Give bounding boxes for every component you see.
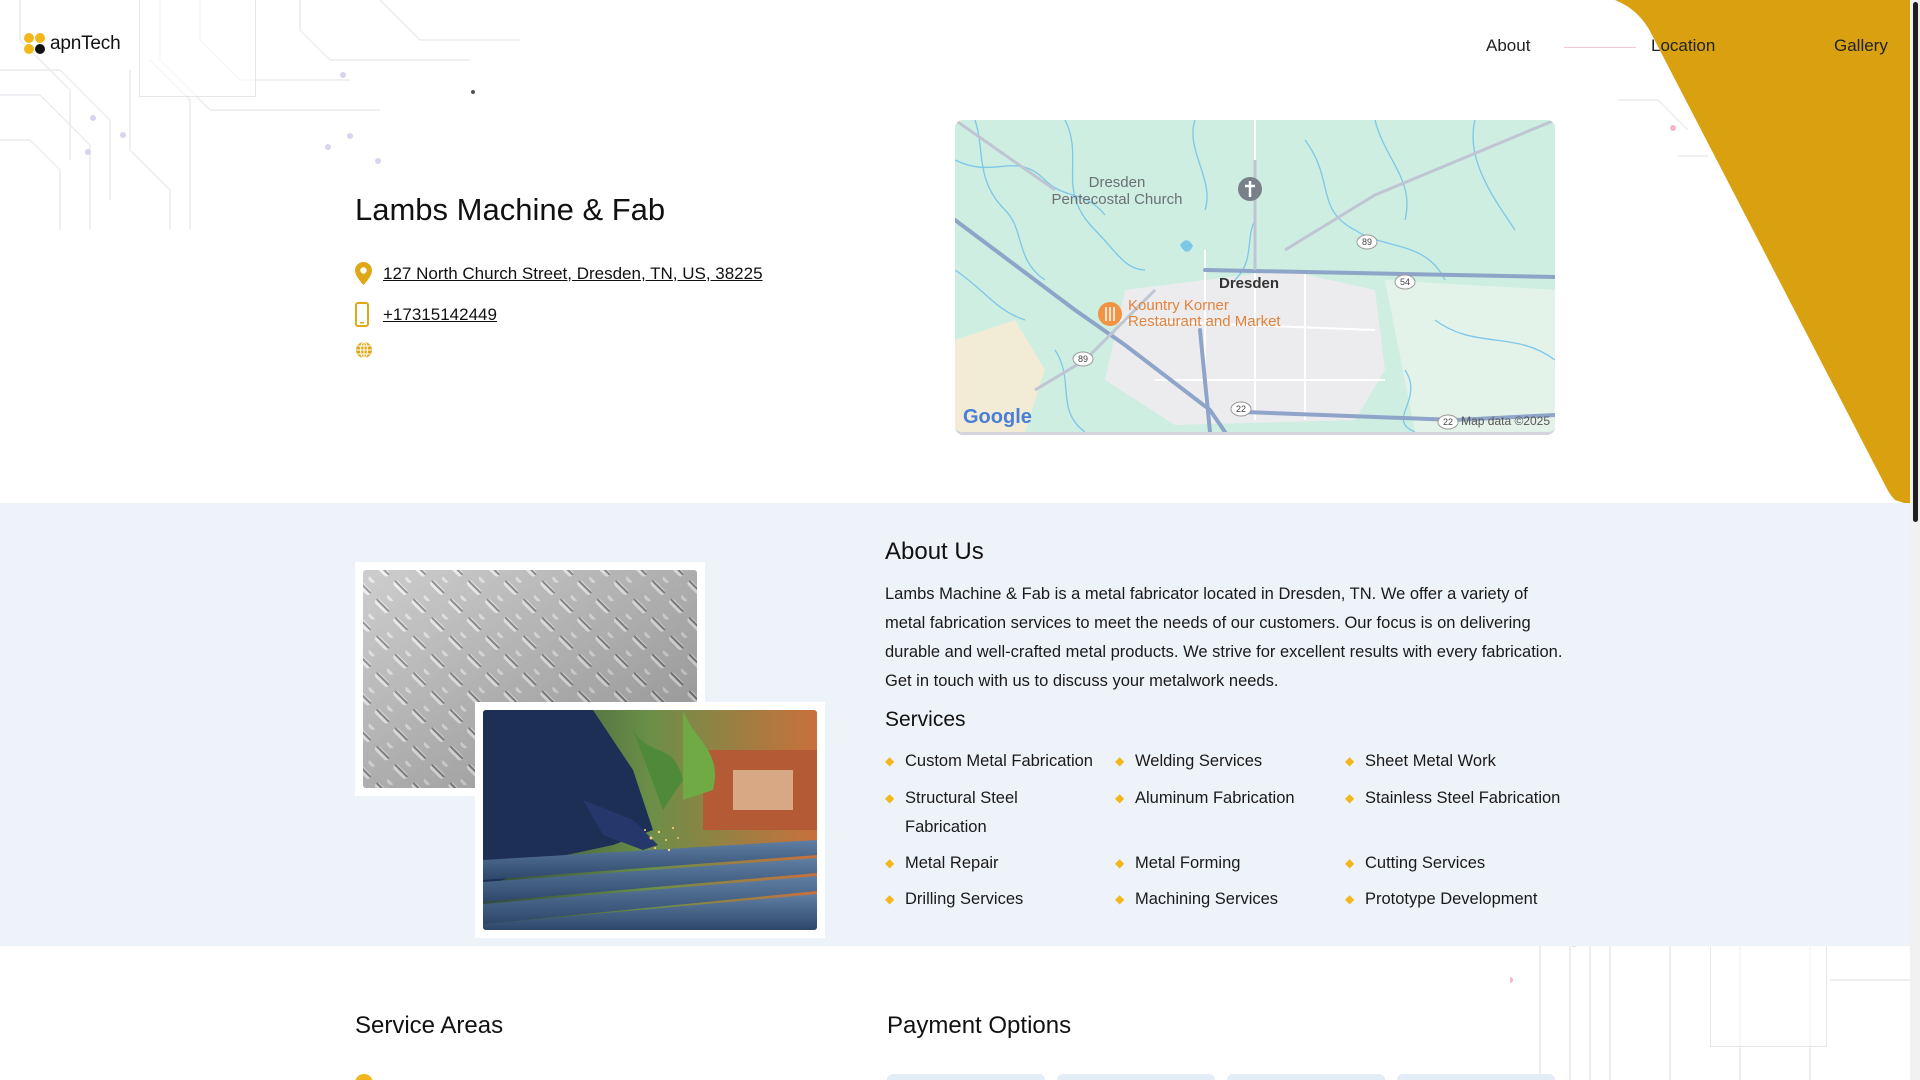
nav-link-location[interactable]: Location	[1651, 36, 1715, 56]
phone-row: +17315142449	[355, 302, 497, 327]
service-item: ◆ Machining Services	[1115, 885, 1335, 914]
diamond-bullet-icon: ◆	[1115, 856, 1125, 870]
diamond-bullet-icon: ◆	[1345, 754, 1355, 768]
svg-text:Dresden: Dresden	[1089, 174, 1146, 191]
website-row	[355, 341, 383, 359]
svg-text:89: 89	[1078, 354, 1088, 364]
nav-link-gallery[interactable]: Gallery	[1834, 36, 1888, 56]
brand-logo[interactable]: apnTech	[24, 32, 121, 56]
payment-option-card	[887, 1074, 1045, 1080]
yellow-accent-shape	[1615, 0, 1910, 505]
payment-option-card	[1227, 1074, 1385, 1080]
service-item: ◆ Sheet Metal Work	[1345, 747, 1575, 776]
payment-option-card	[1397, 1074, 1555, 1080]
service-item: ◆ Structural Steel Fabrication	[885, 784, 1045, 842]
phone-link[interactable]: +17315142449	[383, 305, 497, 325]
service-item: ◆ Metal Repair	[885, 849, 1105, 878]
svg-text:22: 22	[1236, 404, 1246, 414]
service-item: ◆ Metal Forming	[1115, 849, 1335, 878]
svg-text:Restaurant and Market: Restaurant and Market	[1128, 313, 1281, 330]
location-map[interactable]: 89 54 89 22 22 Dresden Pentecostal Churc…	[955, 120, 1555, 435]
address-row: 127 North Church Street, Dresden, TN, US…	[355, 262, 763, 285]
google-logo: Google	[963, 406, 1032, 428]
diamond-bullet-icon: ◆	[1345, 892, 1355, 906]
svg-text:89: 89	[1362, 237, 1372, 247]
diamond-bullet-icon: ◆	[1345, 791, 1355, 805]
diamond-bullet-icon: ◆	[1345, 856, 1355, 870]
diamond-bullet-icon: ◆	[885, 791, 895, 805]
scrollbar-thumb[interactable]	[1913, 2, 1918, 522]
service-areas-title: Service Areas	[355, 1012, 504, 1039]
svg-text:22: 22	[1443, 417, 1453, 427]
logo-mark-icon	[24, 32, 48, 56]
location-pin-icon	[355, 1074, 373, 1080]
diamond-bullet-icon: ◆	[1115, 892, 1125, 906]
map-attribution: Map data ©2025	[1461, 414, 1550, 428]
phone-icon	[355, 302, 375, 327]
service-item: ◆ Custom Metal Fabrication	[885, 747, 1105, 776]
logo-text: apnTech	[50, 33, 121, 54]
diamond-bullet-icon: ◆	[1115, 754, 1125, 768]
page-scrollbar[interactable]	[1910, 0, 1920, 1080]
svg-text:Dresden: Dresden	[1219, 275, 1279, 292]
decorative-square	[139, 0, 256, 97]
diamond-bullet-icon: ◆	[885, 892, 895, 906]
service-item: ◆ Stainless Steel Fabrication	[1345, 784, 1575, 813]
service-item: ◆ Prototype Development	[1345, 885, 1575, 914]
payment-option-card	[1057, 1074, 1215, 1080]
nav-link-about[interactable]: About	[1486, 36, 1530, 56]
about-title: About Us	[885, 538, 984, 565]
services-title: Services	[885, 708, 966, 731]
service-item: ◆ Aluminum Fabrication	[1115, 784, 1335, 813]
nav-divider	[1564, 47, 1636, 48]
map-canvas: 89 54 89 22 22 Dresden Pentecostal Churc…	[955, 120, 1555, 432]
welding-worker-photo	[475, 702, 825, 938]
about-description: Lambs Machine & Fab is a metal fabricato…	[885, 585, 1563, 690]
diamond-bullet-icon: ◆	[1115, 791, 1125, 805]
location-pin-icon	[355, 262, 375, 285]
payment-options-title: Payment Options	[887, 1012, 1072, 1039]
business-name: Lambs Machine & Fab	[355, 192, 666, 227]
diamond-bullet-icon: ◆	[885, 856, 895, 870]
address-link[interactable]: 127 North Church Street, Dresden, TN, US…	[383, 264, 763, 284]
decorative-square	[1710, 933, 1827, 1047]
service-item: ◆ Cutting Services	[1345, 849, 1575, 878]
diamond-bullet-icon: ◆	[885, 754, 895, 768]
service-item: ◆ Welding Services	[1115, 747, 1335, 776]
svg-text:54: 54	[1400, 277, 1410, 287]
svg-text:Pentecostal Church: Pentecostal Church	[1052, 191, 1183, 208]
globe-icon[interactable]	[355, 341, 375, 359]
service-item: ◆ Drilling Services	[885, 885, 1105, 914]
svg-text:Kountry Korner: Kountry Korner	[1128, 297, 1229, 314]
